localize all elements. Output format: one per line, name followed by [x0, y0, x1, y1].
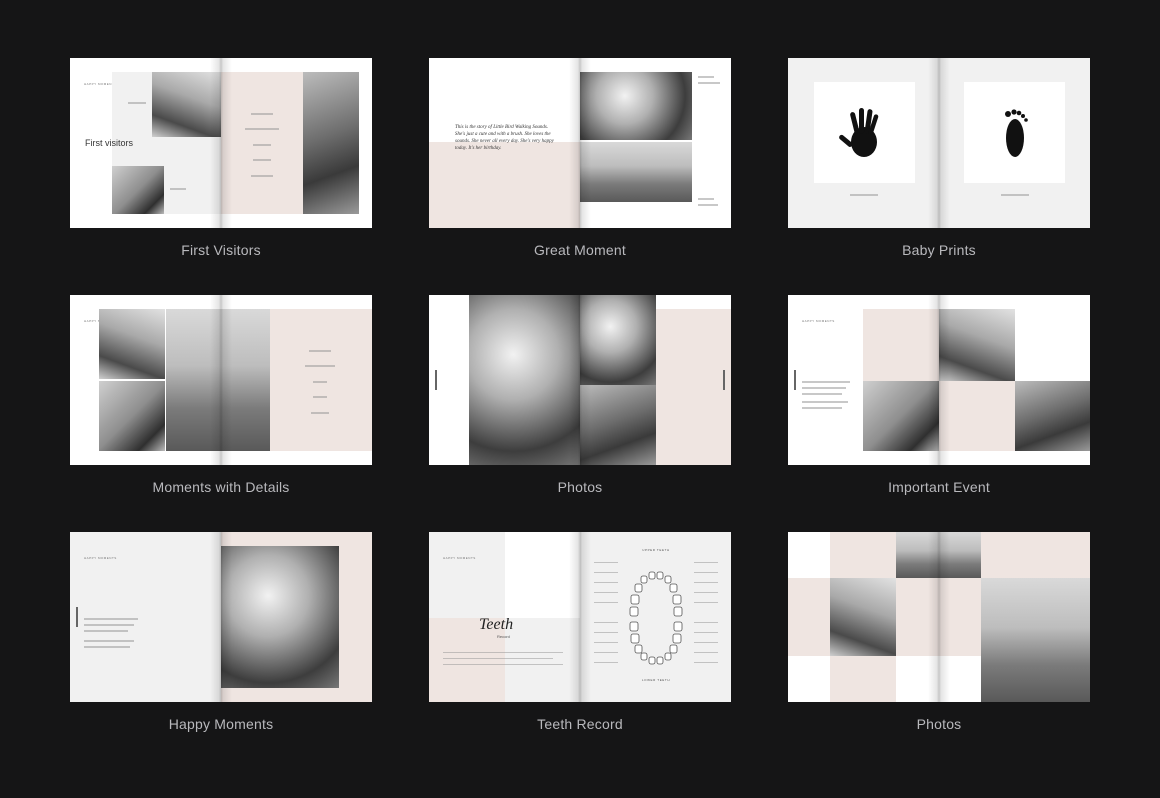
pink-panel [863, 309, 939, 381]
right-page [580, 58, 731, 228]
left-page: HAPPY MOMENTS Teeth Record [429, 532, 580, 702]
photo [981, 578, 1090, 702]
template-preview: HAPPY MOMENTS [788, 295, 1090, 465]
subtitle: Record [497, 634, 510, 639]
photo [99, 381, 165, 451]
photo [112, 166, 164, 214]
left-page: This is the story of Little Bird Walking… [429, 58, 580, 228]
photo [99, 309, 165, 379]
right-page [939, 532, 1090, 702]
template-name: Photos [557, 479, 603, 495]
teeth-diagram-icon [629, 571, 683, 665]
left-page: HAPPY MOMENTS [70, 532, 221, 702]
template-card-photos-2[interactable]: Photos [788, 532, 1090, 732]
photo [166, 309, 221, 451]
template-preview: HAPPY MOMENTS First visitors [70, 58, 372, 228]
print-frame [814, 82, 915, 183]
template-card-great-moment[interactable]: This is the story of Little Bird Walking… [429, 58, 731, 258]
pink-panel [896, 578, 939, 656]
photo [580, 72, 692, 140]
page-handle[interactable] [435, 370, 437, 390]
photo [152, 72, 221, 137]
template-name: Happy Moments [168, 716, 274, 732]
template-preview: HAPPY MOMENTS Teeth Record UPPER TEETH L… [429, 532, 731, 702]
right-page [221, 295, 372, 465]
left-page [788, 58, 939, 228]
left-page [429, 295, 580, 465]
page-handle[interactable] [723, 370, 725, 390]
pink-panel [939, 578, 981, 656]
print-frame [964, 82, 1065, 183]
photo [1015, 381, 1090, 451]
pink-panel [830, 532, 896, 578]
footprint-icon [1005, 109, 1028, 157]
photo [580, 385, 656, 465]
template-card-moments-details[interactable]: HAPPY MOMENTS Moments with Details [70, 295, 372, 495]
photo [580, 295, 656, 385]
upper-teeth-label: UPPER TEETH [642, 548, 670, 552]
template-card-important-event[interactable]: HAPPY MOMENTS Important Event [788, 295, 1090, 495]
photo [896, 532, 939, 578]
photo [580, 142, 692, 202]
template-name: First Visitors [181, 242, 261, 258]
template-name: Important Event [888, 479, 990, 495]
right-page [939, 295, 1090, 465]
template-card-happy-moments[interactable]: HAPPY MOMENTS Happy Moments [70, 532, 372, 732]
left-page: HAPPY MOMENTS [788, 295, 939, 465]
template-preview: HAPPY MOMENTS [70, 295, 372, 465]
spread-heading: First visitors [85, 138, 133, 148]
template-name: Baby Prints [902, 242, 976, 258]
template-preview: This is the story of Little Bird Walking… [429, 58, 731, 228]
photo [939, 309, 1015, 381]
right-page [939, 58, 1090, 228]
lower-teeth-label: LOWER TEETH [641, 678, 671, 682]
pink-panel [221, 72, 303, 214]
template-preview [429, 295, 731, 465]
photo [863, 381, 939, 451]
template-preview [788, 58, 1090, 228]
template-preview: HAPPY MOMENTS [70, 532, 372, 702]
page-handle[interactable] [794, 370, 796, 390]
photo [221, 309, 270, 451]
template-card-photos[interactable]: Photos [429, 295, 731, 495]
script-text: This is the story of Little Bird Walking… [455, 125, 554, 151]
right-page: UPPER TEETH LOWER TEETH [580, 532, 731, 702]
template-name: Photos [916, 716, 962, 732]
pink-panel [830, 656, 896, 702]
pink-panel [788, 578, 830, 656]
template-card-first-visitors[interactable]: HAPPY MOMENTS First visitors First Visit… [70, 58, 372, 258]
template-name: Teeth Record [537, 716, 623, 732]
photo [469, 295, 580, 465]
left-page [788, 532, 939, 702]
page-handle[interactable] [76, 607, 78, 627]
right-page [580, 295, 731, 465]
template-preview [788, 532, 1090, 702]
pink-panel [939, 381, 1015, 451]
photo [303, 72, 359, 214]
left-page: HAPPY MOMENTS First visitors [70, 58, 221, 228]
photo [221, 546, 339, 688]
pink-panel [270, 309, 372, 451]
right-page [221, 58, 372, 228]
template-card-baby-prints[interactable]: Baby Prints [788, 58, 1090, 258]
photo [939, 532, 981, 578]
left-page: HAPPY MOMENTS [70, 295, 221, 465]
template-name: Moments with Details [152, 479, 290, 495]
right-page [221, 532, 372, 702]
pink-panel [981, 532, 1090, 578]
pink-panel [656, 309, 731, 465]
photo [830, 578, 896, 656]
handprint-icon [839, 108, 879, 157]
template-card-teeth-record[interactable]: HAPPY MOMENTS Teeth Record UPPER TEETH L… [429, 532, 731, 732]
template-grid: HAPPY MOMENTS First visitors First Visit… [70, 58, 1090, 732]
template-name: Great Moment [534, 242, 626, 258]
script-title: Teeth [479, 616, 514, 633]
pink-panel [429, 142, 580, 228]
